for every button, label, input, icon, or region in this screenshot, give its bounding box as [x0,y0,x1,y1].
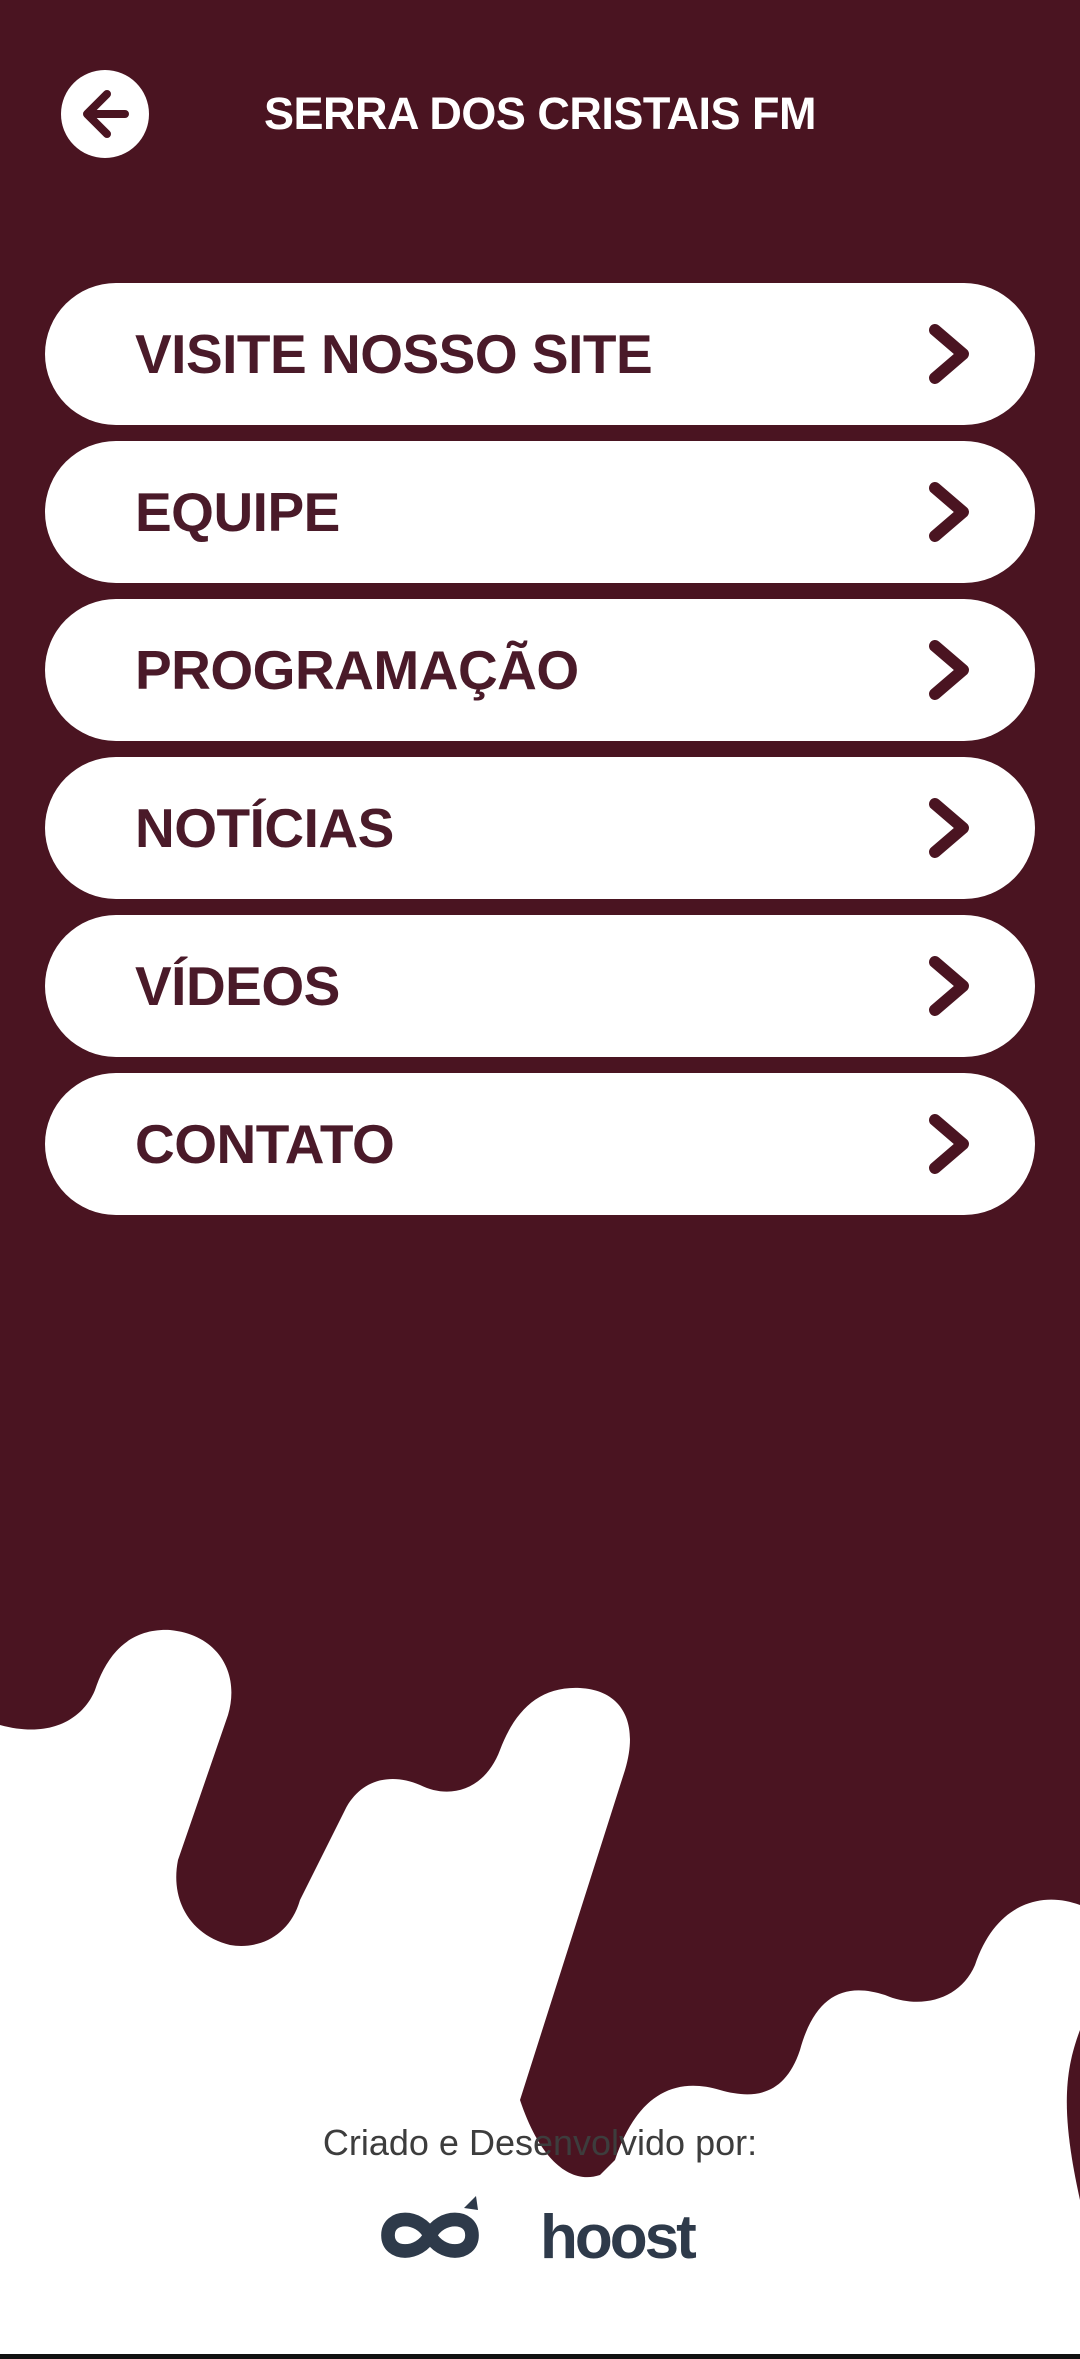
app-header: SERRA DOS CRISTAIS FM [0,0,1080,230]
chevron-right-icon [929,798,969,858]
back-button[interactable] [61,70,149,158]
menu-item-label: PROGRAMAÇÃO [135,639,579,701]
menu-item-programacao[interactable]: PROGRAMAÇÃO [45,599,1035,741]
menu-item-videos[interactable]: VÍDEOS [45,915,1035,1057]
system-nav-bar [0,2354,1080,2359]
hoost-logo[interactable]: hoost [372,2188,712,2278]
main-menu: VISITE NOSSO SITE EQUIPE PROGRAMAÇÃO NOT… [45,283,1035,1231]
menu-item-label: EQUIPE [135,481,340,543]
brand-name: hoost [540,2203,696,2272]
menu-item-equipe[interactable]: EQUIPE [45,441,1035,583]
page-title: SERRA DOS CRISTAIS FM [263,88,817,139]
credit-text: Criado e Desenvolvido por: [322,2122,758,2163]
chevron-right-icon [929,640,969,700]
menu-item-label: NOTÍCIAS [135,797,394,859]
chevron-right-icon [929,1114,969,1174]
menu-item-noticias[interactable]: NOTÍCIAS [45,757,1035,899]
infinity-mark-icon [381,2212,479,2258]
menu-item-contato[interactable]: CONTATO [45,1073,1035,1215]
rocket-icon [464,2196,478,2210]
chevron-right-icon [929,482,969,542]
chevron-right-icon [929,956,969,1016]
arrow-left-icon [83,90,129,138]
menu-item-label: CONTATO [135,1113,395,1175]
chevron-right-icon [929,324,969,384]
menu-item-label: VISITE NOSSO SITE [135,323,653,385]
menu-item-visite-nosso-site[interactable]: VISITE NOSSO SITE [45,283,1035,425]
menu-item-label: VÍDEOS [135,955,340,1017]
